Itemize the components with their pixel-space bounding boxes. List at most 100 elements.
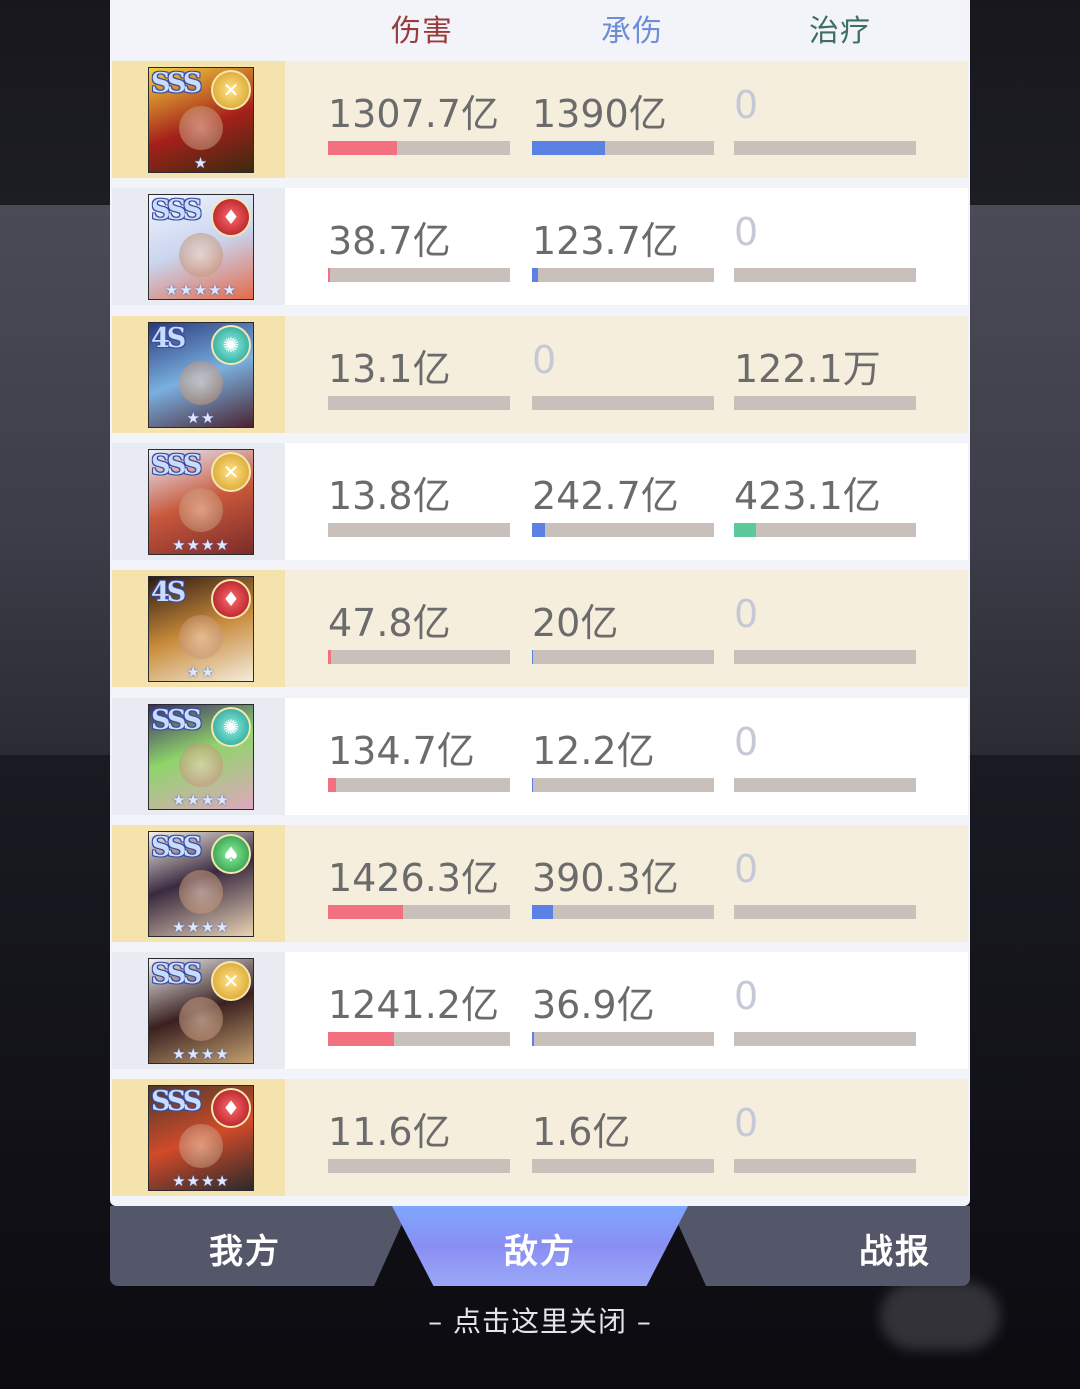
tab-enemy-label: 敌方 [504,1232,576,1272]
hero-face [179,106,223,150]
healing-bar [734,650,916,665]
star-rating: ★★★★ [172,917,230,936]
healing-bar [734,141,916,155]
hero-face [179,615,223,660]
star-rating: ★★★★ [172,1045,230,1064]
damage-value: 47.8亿 [328,601,451,646]
grade-badge: 4S [151,322,186,354]
tab-report[interactable]: 战报 [670,1206,970,1286]
star-rating: ★ [193,154,209,172]
hero-face [179,997,223,1042]
hero-row: SSS ♦ ★★★★★ 38.7亿 123.7亿 0 [112,188,968,306]
tanked-value: 390.3亿 [532,855,679,900]
grade-badge: SSS [151,449,202,481]
healing-value: 122.1万 [734,346,881,391]
tanked-bar [532,522,714,537]
damage-bar [328,904,510,919]
hero-portrait[interactable]: SSS ♠ ★★★★ [148,830,254,937]
tanked-value: 0 [532,337,557,382]
damage-bar [328,777,510,792]
fire-element-icon: ♦ [211,1088,251,1129]
wind-element-icon: ✺ [211,324,251,365]
hero-row: SSS ✺ ★★★★ 134.7亿 12.2亿 0 [112,697,968,815]
healing-bar [734,1159,916,1174]
tanked-value: 12.2亿 [532,728,655,773]
grade-badge: SSS [151,195,202,227]
damage-value: 38.7亿 [328,219,451,264]
grade-badge: SSS [151,68,202,99]
fire-element-icon: ♦ [211,197,251,238]
light-element-icon: ✕ [211,70,251,110]
damage-value: 11.6亿 [328,1110,451,1155]
healing-value: 0 [734,1101,759,1146]
hero-portrait[interactable]: SSS ✺ ★★★★ [148,703,254,810]
star-rating: ★★★★ [172,790,230,809]
tanked-bar-fill [532,777,533,792]
grade-badge: SSS [151,704,202,736]
hero-portrait[interactable]: SSS ✕ ★★★★ [148,958,254,1065]
healing-value: 0 [734,210,759,255]
healing-bar [734,904,916,919]
hero-face [179,869,223,914]
hero-portrait[interactable]: SSS ♦ ★★★★ [148,1085,254,1192]
damage-bar-fill [328,904,403,919]
damage-bar-fill [328,141,397,155]
star-rating: ★★★★ [172,1172,230,1191]
damage-value: 1241.2亿 [328,983,499,1028]
fire-element-icon: ♦ [211,579,251,620]
hero-row: 4S ♦ ★★ 47.8亿 20亿 0 [112,570,968,688]
damage-bar [328,268,510,283]
tanked-value: 242.7亿 [532,473,679,518]
star-rating: ★★★★★ [164,281,238,300]
hero-portrait[interactable]: 4S ✺ ★★ [148,321,254,428]
earth-element-icon: ♠ [211,833,251,874]
hero-portrait[interactable]: 4S ♦ ★★ [148,576,254,683]
healing-header: 治疗 [809,14,871,49]
team-tab-bar: 我方 战报 敌方 [110,1206,970,1286]
grade-badge: 4S [151,577,186,609]
light-element-icon: ✕ [211,961,251,1002]
damage-value: 1307.7亿 [328,92,499,136]
healing-bar [734,522,916,537]
hero-face [179,360,223,405]
damage-bar [328,141,510,155]
hero-face [179,487,223,532]
tanked-value: 36.9亿 [532,983,655,1028]
damage-value: 134.7亿 [328,728,475,773]
damage-bar-fill [328,777,336,792]
hero-row: 4S ✺ ★★ 13.1亿 0 122.1万 [112,315,968,433]
tanked-bar [532,141,714,155]
tab-ours[interactable]: 我方 [110,1206,410,1286]
hero-portrait[interactable]: SSS ✕ ★ [148,67,254,173]
tanked-bar [532,395,714,410]
damage-bar [328,522,510,537]
tanked-bar-fill [532,268,538,283]
hero-portrait[interactable]: SSS ♦ ★★★★★ [148,194,254,301]
hero-face [179,742,223,787]
tanked-bar-fill [532,141,605,155]
grade-badge: SSS [151,831,202,863]
hero-row: SSS ✕ ★ 1307.7亿 1390亿 0 [112,61,968,178]
close-hint[interactable]: – 点击这里关闭 – [0,1300,1080,1340]
damage-bar-fill [328,268,330,283]
damage-bar-fill [328,650,331,665]
hero-face [179,1124,223,1169]
grade-badge: SSS [151,1086,202,1118]
tanked-value: 20亿 [532,601,619,646]
damage-bar [328,395,510,410]
tanked-value: 123.7亿 [532,219,679,264]
damage-value: 13.8亿 [328,473,451,518]
battle-stats-panel: 伤害 承伤 治疗 SSS ✕ ★ 1307.7亿 1390亿 0 SSS ♦ ★… [110,0,970,1206]
tanked-bar-fill [532,904,553,919]
light-element-icon: ✕ [211,451,251,492]
tanked-bar-fill [532,650,533,665]
healing-bar [734,777,916,792]
damage-value: 1426.3亿 [328,855,499,900]
healing-bar [734,268,916,283]
healing-bar [734,395,916,410]
hero-row: SSS ✕ ★★★★ 1241.2亿 36.9亿 0 [112,952,968,1070]
tab-enemy[interactable]: 敌方 [392,1206,688,1286]
tanked-bar [532,268,714,283]
healing-bar-fill [734,522,756,537]
hero-portrait[interactable]: SSS ✕ ★★★★ [148,448,254,555]
